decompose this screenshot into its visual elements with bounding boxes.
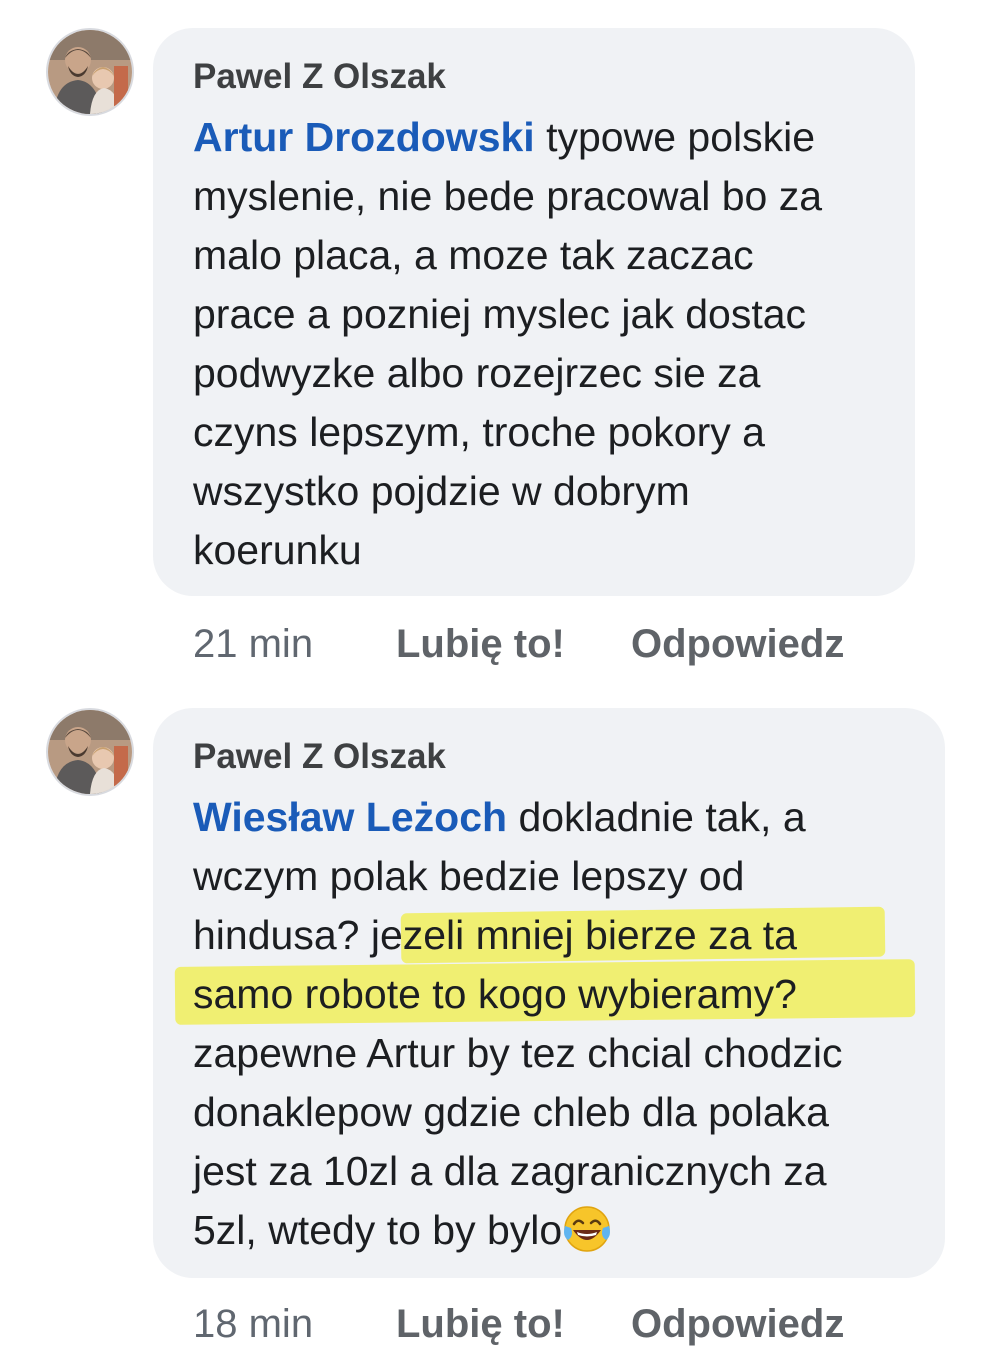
comment-text-line: hindusa? jezeli mniej bierze za ta <box>193 906 905 965</box>
comment-timestamp[interactable]: 21 min <box>193 620 396 668</box>
comment-text: hindusa? j <box>193 912 380 958</box>
comment-text-line: podwyzke albo rozejrzec sie za <box>193 350 761 396</box>
comment-text-line: koerunku <box>193 527 362 573</box>
comment-text: typowe polskie <box>534 114 816 160</box>
comment-text-line: wczym polak bedzie lepszy od <box>193 853 745 899</box>
comment-text: 5zl, wtedy to by bylo <box>193 1207 563 1253</box>
comment-text-line: prace a pozniej myslec jak dostac <box>193 291 807 337</box>
comment-text-line: Artur Drozdowski typowe polskie <box>193 108 875 167</box>
face-with-tears-of-joy-icon <box>564 1206 611 1252</box>
comment-text-line: donaklepow gdzie chleb dla polaka <box>193 1089 829 1135</box>
avatar-photo-icon <box>48 710 132 794</box>
comment-timestamp[interactable]: 18 min <box>193 1300 396 1348</box>
avatar[interactable] <box>46 708 134 796</box>
comment-text-line: 5zl, wtedy to by bylo <box>193 1201 905 1260</box>
reply-button[interactable]: Odpowiedz <box>631 620 844 668</box>
comment-text-line: samo robote to kogo wybieramy? <box>174 959 916 1025</box>
like-button[interactable]: Lubię to! <box>396 620 631 668</box>
highlighted-text: ezeli mniej bierze za ta <box>379 912 797 958</box>
comment-text-line: malo placa, a moze tak zaczac <box>193 232 754 278</box>
reply-button[interactable]: Odpowiedz <box>631 1300 844 1348</box>
comment-text-line: myslenie, nie bede pracowal bo za <box>193 173 823 219</box>
comment-text-line: zapewne Artur by tez chcial chodzic <box>193 1030 843 1076</box>
comment-text-line: czyns lepszym, troche pokory a <box>193 409 765 455</box>
mention-link[interactable]: Artur Drozdowski <box>193 114 535 160</box>
comment-actions: 21 min Lubię to! Odpowiedz <box>193 620 844 668</box>
comment-actions: 18 min Lubię to! Odpowiedz <box>193 1300 844 1348</box>
like-button[interactable]: Lubię to! <box>396 1300 631 1348</box>
comment-text-line: Wiesław Leżoch dokladnie tak, a <box>193 788 905 847</box>
avatar-photo-icon <box>48 30 132 114</box>
comment-bubble: Pawel Z Olszak Artur Drozdowski typowe p… <box>153 28 915 596</box>
avatar[interactable] <box>46 28 134 116</box>
comment-bubble: Pawel Z Olszak Wiesław Leżoch dokladnie … <box>153 708 945 1278</box>
comment-author[interactable]: Pawel Z Olszak <box>193 54 875 100</box>
comment-text-line: jest za 10zl a dla zagranicznych za <box>193 1148 827 1194</box>
mention-link[interactable]: Wiesław Leżoch <box>193 794 507 840</box>
comment-text: dokladnie tak, a <box>507 794 806 840</box>
comment-author[interactable]: Pawel Z Olszak <box>193 734 905 780</box>
highlighted-text: samo robote to kogo wybieramy? <box>193 971 797 1017</box>
comment-text-line: wszystko pojdzie w dobrym <box>193 468 690 514</box>
